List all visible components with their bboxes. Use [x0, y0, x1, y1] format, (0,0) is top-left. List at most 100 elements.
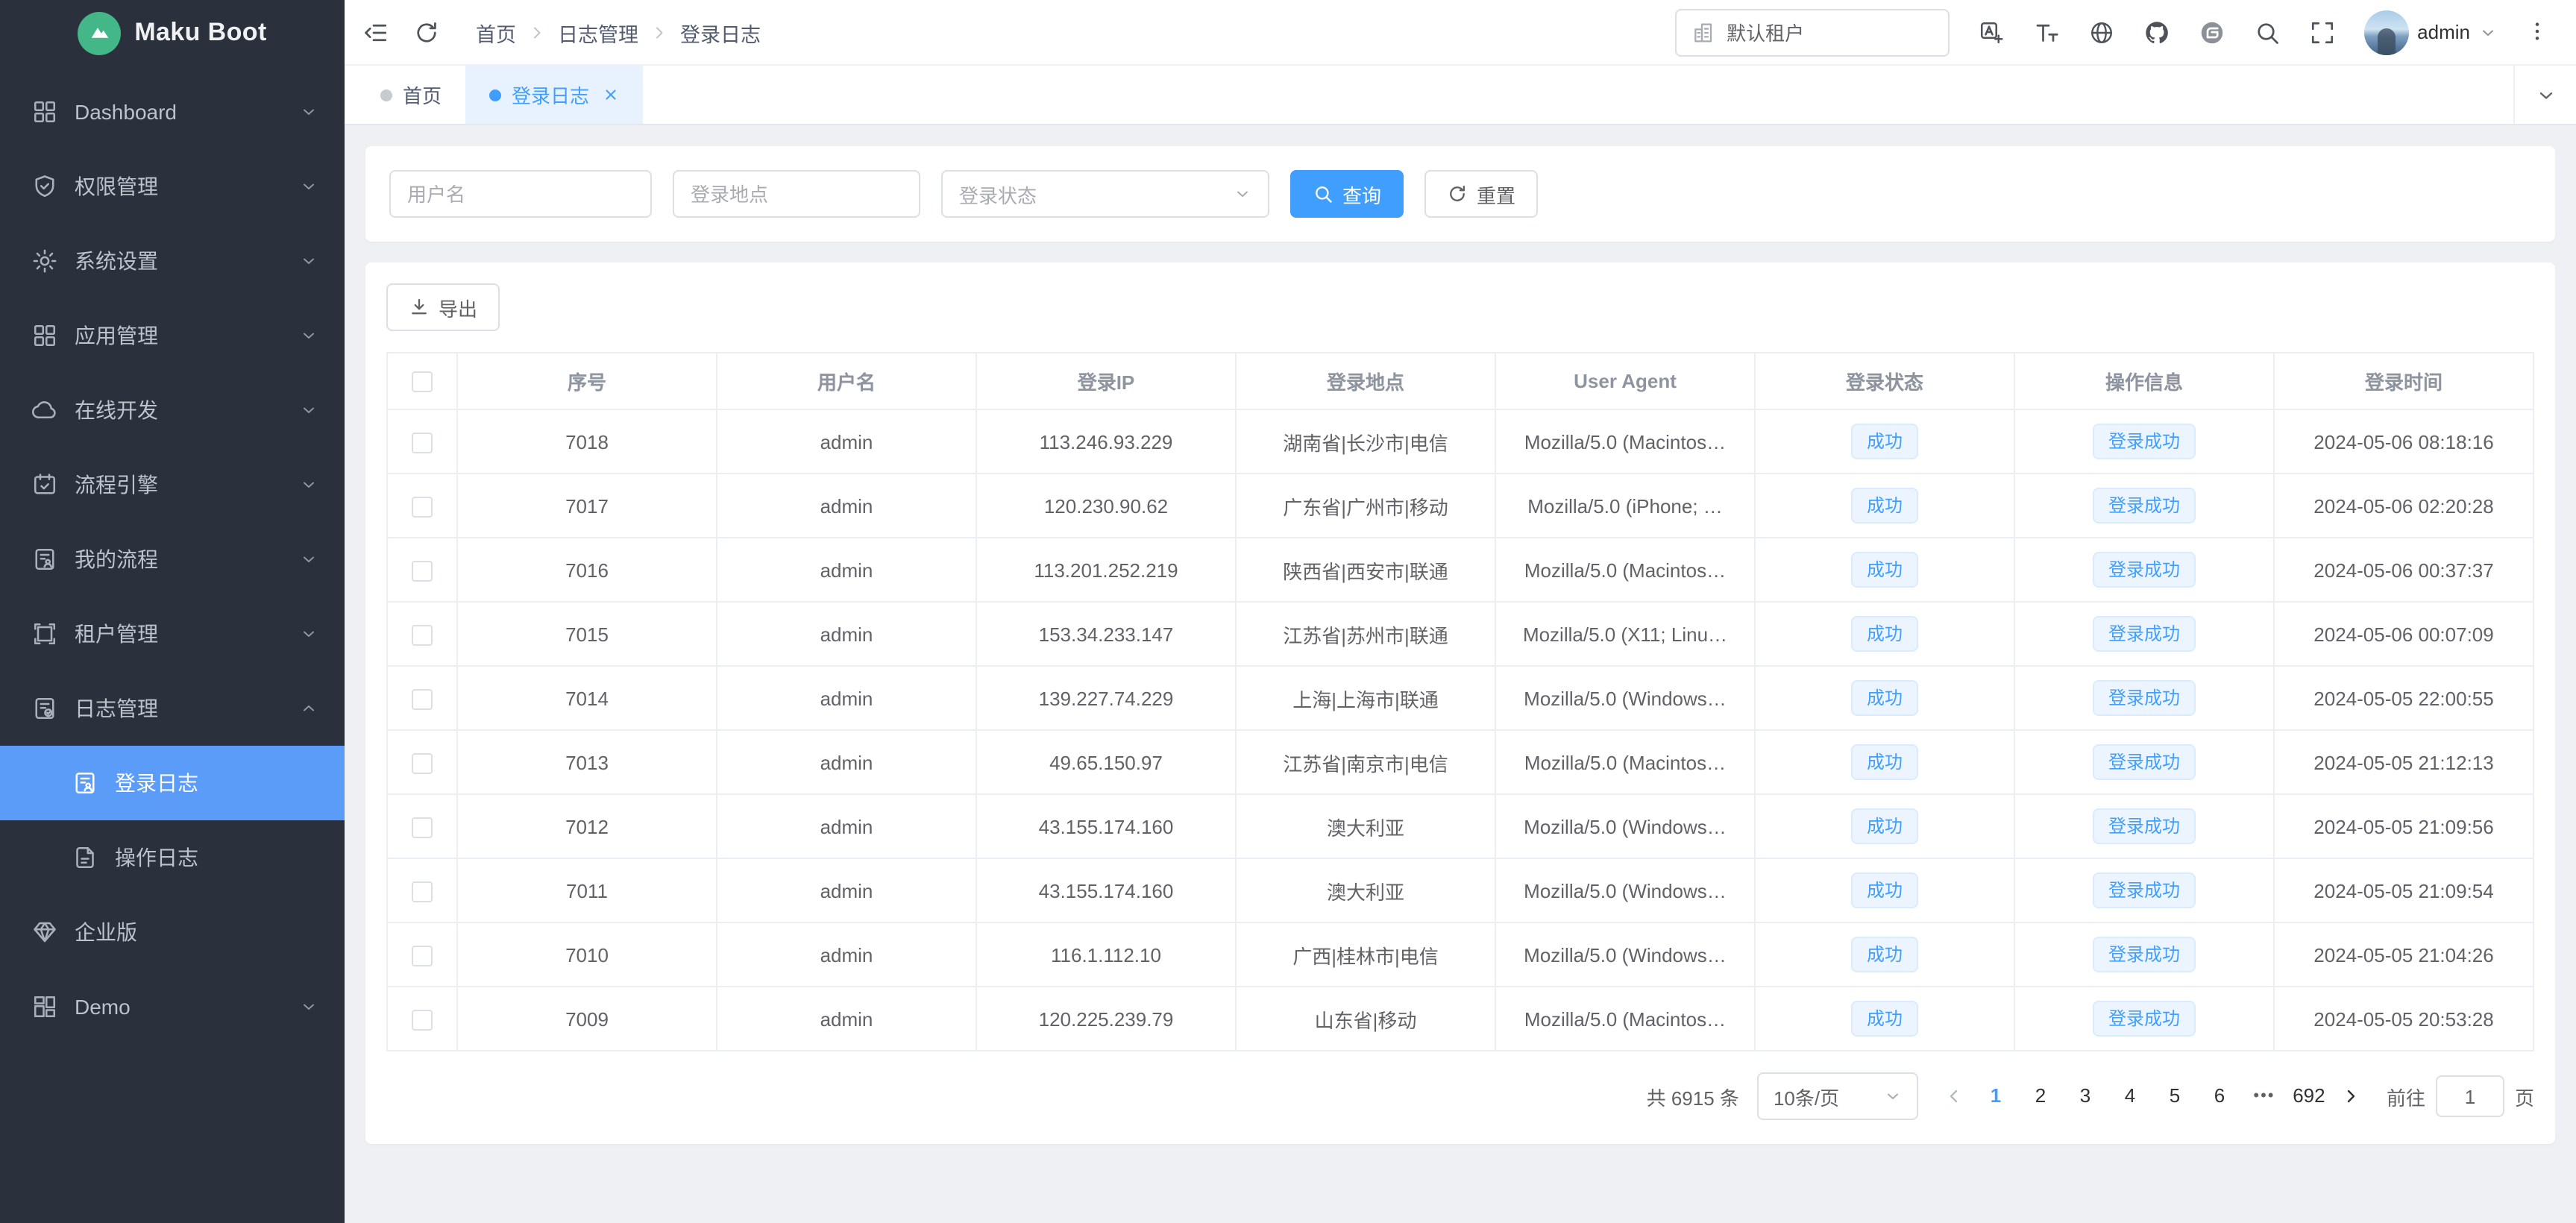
row-checkbox[interactable]: [412, 689, 433, 710]
sidebar-item-system-settings[interactable]: 系统设置: [0, 224, 345, 298]
prev-page-icon[interactable]: [1936, 1075, 1972, 1117]
app-logo[interactable]: Maku Boot: [0, 0, 345, 66]
locale-icon[interactable]: [1977, 19, 2004, 45]
tab-label: 首页: [403, 81, 442, 109]
refresh-icon[interactable]: [413, 19, 440, 45]
col-header-username: 用户名: [717, 353, 976, 409]
sidebar-item-tenant-management[interactable]: 租户管理: [0, 597, 345, 671]
page-number-last[interactable]: 692: [2288, 1075, 2330, 1117]
login-location-input[interactable]: [673, 170, 920, 218]
row-checkbox[interactable]: [412, 625, 433, 646]
search-button[interactable]: 查询: [1290, 170, 1404, 218]
page-number-4[interactable]: 4: [2109, 1075, 2151, 1117]
sidebar-item-app-management[interactable]: 应用管理: [0, 298, 345, 373]
user-menu[interactable]: admin: [2363, 10, 2497, 54]
page-number-5[interactable]: 5: [2154, 1075, 2196, 1117]
globe-icon[interactable]: [2087, 19, 2114, 45]
row-checkbox[interactable]: [412, 1010, 433, 1031]
table-row: 7012 admin 43.155.174.160 澳大利亚 Mozilla/5…: [387, 794, 2533, 858]
chevron-down-icon: [300, 103, 318, 121]
row-checkbox[interactable]: [412, 753, 433, 774]
sidebar-item-dashboard[interactable]: Dashboard: [0, 75, 345, 149]
col-header-id: 序号: [457, 353, 717, 409]
cell-id: 7017: [457, 474, 717, 538]
fullscreen-icon[interactable]: [2308, 19, 2335, 45]
cell-id: 7018: [457, 409, 717, 474]
sidebar-item-label: 日志管理: [75, 694, 300, 723]
search-icon: [1313, 183, 1333, 204]
topbar: 首页 日志管理 登录日志 默认租户: [345, 0, 2576, 66]
row-checkbox[interactable]: [412, 946, 433, 966]
tab-login-log[interactable]: 登录日志: [465, 66, 643, 124]
chevron-down-icon: [300, 998, 318, 1016]
select-all-checkbox[interactable]: [412, 372, 433, 393]
shield-check-icon: [31, 173, 58, 200]
collapse-sidebar-icon[interactable]: [362, 19, 389, 45]
font-size-icon[interactable]: [2032, 19, 2059, 45]
cell-user-agent: Mozilla/5.0 (Macintos…: [1495, 409, 1755, 474]
page-number-3[interactable]: 3: [2064, 1075, 2106, 1117]
building-icon: [1691, 20, 1715, 44]
sidebar-item-operation-log[interactable]: 操作日志: [0, 820, 345, 895]
sidebar-item-enterprise[interactable]: 企业版: [0, 895, 345, 969]
search-icon[interactable]: [2253, 19, 2280, 45]
tabs-dropdown-button[interactable]: [2513, 66, 2576, 124]
row-checkbox[interactable]: [412, 497, 433, 518]
reset-button[interactable]: 重置: [1424, 170, 1538, 218]
sidebar-item-label: 流程引擎: [75, 470, 300, 500]
more-pages-icon[interactable]: •••: [2243, 1087, 2285, 1105]
cell-ip: 153.34.233.147: [976, 602, 1236, 666]
sidebar-item-log-management[interactable]: 日志管理: [0, 671, 345, 746]
breadcrumb-current: 登录日志: [680, 17, 761, 47]
breadcrumb-log-management[interactable]: 日志管理: [558, 17, 638, 47]
sidebar-item-workflow-engine[interactable]: 流程引擎: [0, 447, 345, 522]
kebab-menu-icon[interactable]: [2525, 19, 2552, 45]
breadcrumb: 首页 日志管理 登录日志: [476, 17, 761, 47]
login-status-select[interactable]: 登录状态: [941, 170, 1269, 218]
gitee-icon[interactable]: [2198, 19, 2225, 45]
cell-id: 7014: [457, 666, 717, 730]
table-row: 7015 admin 153.34.233.147 江苏省|苏州市|联通 Moz…: [387, 602, 2533, 666]
row-checkbox[interactable]: [412, 881, 433, 902]
goto-page: 前往 页: [2387, 1075, 2534, 1117]
export-button[interactable]: 导出: [386, 283, 500, 331]
cell-id: 7013: [457, 730, 717, 794]
col-header-user-agent: User Agent: [1495, 353, 1755, 409]
breadcrumb-home[interactable]: 首页: [476, 17, 516, 47]
github-icon[interactable]: [2143, 19, 2170, 45]
close-icon[interactable]: [603, 87, 619, 103]
row-checkbox[interactable]: [412, 433, 433, 453]
sidebar-item-my-workflow[interactable]: 我的流程: [0, 522, 345, 597]
sidebar-item-online-dev[interactable]: 在线开发: [0, 373, 345, 447]
cell-user-agent: Mozilla/5.0 (Windows…: [1495, 666, 1755, 730]
workflow-board-icon: [31, 471, 58, 498]
cell-id: 7011: [457, 858, 717, 922]
cell-id: 7010: [457, 922, 717, 987]
goto-page-input[interactable]: [2436, 1075, 2504, 1117]
page-size-select[interactable]: 10条/页: [1757, 1072, 1918, 1120]
row-checkbox[interactable]: [412, 561, 433, 582]
tenant-select[interactable]: 默认租户: [1674, 8, 1949, 56]
tab-home[interactable]: 首页: [356, 66, 465, 124]
operation-badge: 登录成功: [2093, 808, 2195, 844]
page-number-6[interactable]: 6: [2199, 1075, 2240, 1117]
cell-time: 2024-05-05 21:04:26: [2274, 922, 2533, 987]
cell-id: 7012: [457, 794, 717, 858]
sidebar-item-demo[interactable]: Demo: [0, 969, 345, 1044]
apps-grid-icon: [31, 322, 58, 349]
cell-ip: 49.65.150.97: [976, 730, 1236, 794]
cell-time: 2024-05-06 00:07:09: [2274, 602, 2533, 666]
chevron-down-icon: [300, 252, 318, 270]
logo-mountain-icon: [78, 11, 121, 54]
sidebar-item-label: Demo: [75, 995, 300, 1019]
sidebar-item-permissions[interactable]: 权限管理: [0, 149, 345, 224]
username-input[interactable]: [389, 170, 652, 218]
user-name: admin: [2417, 21, 2470, 43]
page-number-1[interactable]: 1: [1975, 1075, 2017, 1117]
sidebar-item-label: 我的流程: [75, 544, 300, 574]
cell-ip: 113.201.252.219: [976, 538, 1236, 602]
next-page-icon[interactable]: [2333, 1075, 2369, 1117]
page-number-2[interactable]: 2: [2020, 1075, 2061, 1117]
row-checkbox[interactable]: [412, 817, 433, 838]
sidebar-item-login-log[interactable]: 登录日志: [0, 746, 345, 820]
